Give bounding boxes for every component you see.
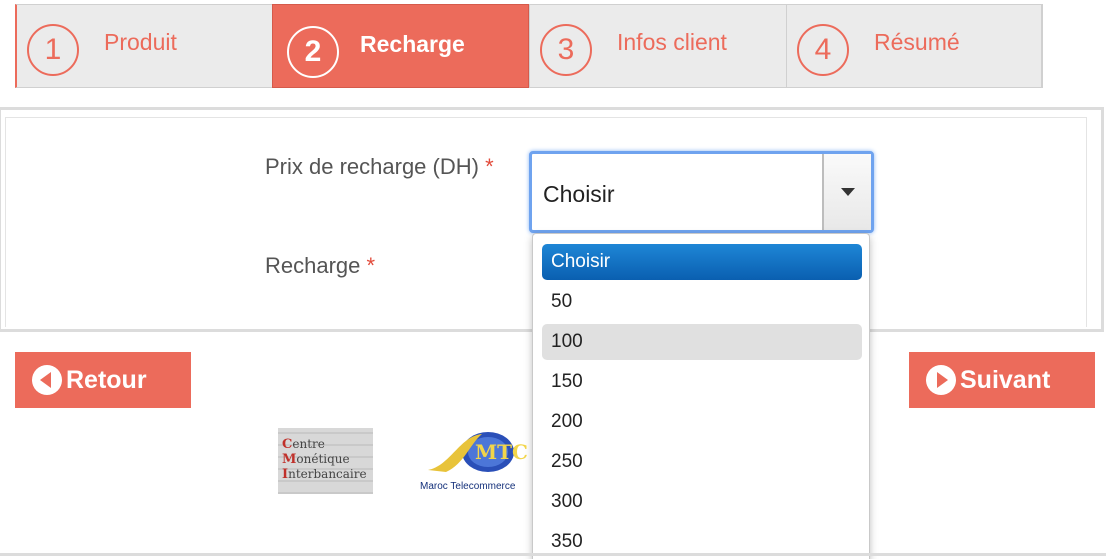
- step-label: Infos client: [617, 29, 727, 55]
- mt-caption: Maroc Telecommerce: [420, 481, 516, 492]
- recharge-label: Recharge *: [265, 253, 375, 279]
- step-produit[interactable]: 1 Produit: [15, 4, 272, 88]
- price-select-value: Choisir: [543, 181, 615, 207]
- arrow-right-icon: [926, 365, 956, 395]
- back-button-label: Retour: [66, 365, 147, 394]
- chevron-down-icon: [840, 188, 855, 196]
- option-choisir[interactable]: Choisir: [542, 244, 862, 280]
- back-button[interactable]: Retour: [15, 352, 191, 408]
- option-150[interactable]: 150: [542, 364, 862, 400]
- option-300[interactable]: 300: [542, 484, 862, 520]
- checkout-stepper: 1 Produit 2 Recharge 3 Infos client 4 Ré…: [15, 4, 1043, 88]
- step-number: 3: [540, 24, 592, 76]
- step-number: 4: [797, 24, 849, 76]
- cmi-line-rest: onétique: [296, 452, 350, 466]
- next-button-label: Suivant: [960, 365, 1051, 394]
- dropdown-arrow-button[interactable]: [822, 154, 871, 230]
- step-label: Résumé: [874, 29, 960, 55]
- step-label: Recharge: [360, 31, 465, 57]
- required-mark: *: [485, 154, 494, 179]
- required-mark: *: [366, 253, 376, 278]
- step-number: 1: [27, 24, 79, 76]
- price-select[interactable]: Choisir: [529, 151, 874, 233]
- mtc-mark: MTC: [475, 440, 528, 464]
- next-button[interactable]: Suivant: [909, 352, 1095, 408]
- arrow-left-icon: [32, 365, 62, 395]
- step-resume[interactable]: 4 Résumé: [786, 4, 1043, 88]
- maroc-telecommerce-logo: MTC Maroc Telecommerce: [420, 426, 532, 496]
- option-250[interactable]: 250: [542, 444, 862, 480]
- option-50[interactable]: 50: [542, 284, 862, 320]
- cmi-logo-line: Monétique: [282, 452, 350, 467]
- step-infos-client[interactable]: 3 Infos client: [529, 4, 786, 88]
- step-number: 2: [287, 26, 339, 78]
- step-label: Produit: [104, 29, 177, 55]
- option-100[interactable]: 100: [542, 324, 862, 360]
- price-label-text: Prix de recharge (DH): [265, 154, 479, 179]
- step-recharge[interactable]: 2 Recharge: [272, 4, 529, 88]
- cmi-logo-line: Centre: [282, 437, 325, 452]
- mtc-emblem-icon: MTC: [428, 432, 528, 472]
- price-options-list: Choisir 50 100 150 200 250 300 350: [532, 233, 870, 559]
- cmi-logo-line: Interbancaire: [282, 467, 367, 482]
- price-label: Prix de recharge (DH) *: [265, 154, 494, 180]
- cmi-line-rest: entre: [292, 437, 325, 451]
- recharge-label-text: Recharge: [265, 253, 361, 278]
- cmi-logo: Centre Monétique Interbancaire: [278, 428, 373, 494]
- footer-divider: [0, 553, 1106, 556]
- option-200[interactable]: 200: [542, 404, 862, 440]
- cmi-line-rest: nterbancaire: [288, 467, 367, 481]
